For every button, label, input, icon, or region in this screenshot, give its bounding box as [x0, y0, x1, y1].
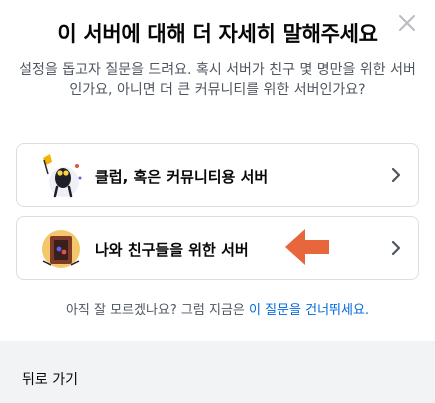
chevron-right-icon — [391, 167, 401, 183]
skip-question-link[interactable]: 이 질문을 건너뛰세요. — [249, 303, 369, 318]
skip-question-line: 아직 잘 모르겠나요? 그럼 지금은 이 질문을 건너뛰세요. — [0, 299, 435, 318]
chevron-right-icon — [391, 240, 401, 256]
create-server-modal: 이 서버에 대해 더 자세히 말해주세요 설정을 돕고자 질문을 드려요. 혹시… — [0, 0, 435, 403]
option-label: 나와 친구들을 위한 서버 — [95, 241, 249, 259]
skip-prefix-text: 아직 잘 모르겠나요? 그럼 지금은 — [65, 303, 249, 318]
club-community-illustration — [33, 148, 87, 202]
option-friends[interactable]: 나와 친구들을 위한 서버 — [16, 216, 419, 280]
back-button[interactable]: 뒤로 가기 — [22, 369, 78, 389]
option-club-community[interactable]: 클럽, 혹은 커뮤니티용 서버 — [16, 143, 419, 207]
modal-title: 이 서버에 대해 더 자세히 말해주세요 — [57, 22, 378, 46]
option-label: 클럽, 혹은 커뮤니티용 서버 — [95, 168, 269, 186]
modal-subtitle: 설정을 돕고자 질문을 드려요. 혹시 서버가 친구 몇 명만을 위한 서버인가… — [19, 62, 416, 98]
modal-footer: 뒤로 가기 — [0, 341, 435, 403]
friends-illustration — [33, 221, 87, 275]
annotation-arrow-icon — [285, 229, 329, 265]
